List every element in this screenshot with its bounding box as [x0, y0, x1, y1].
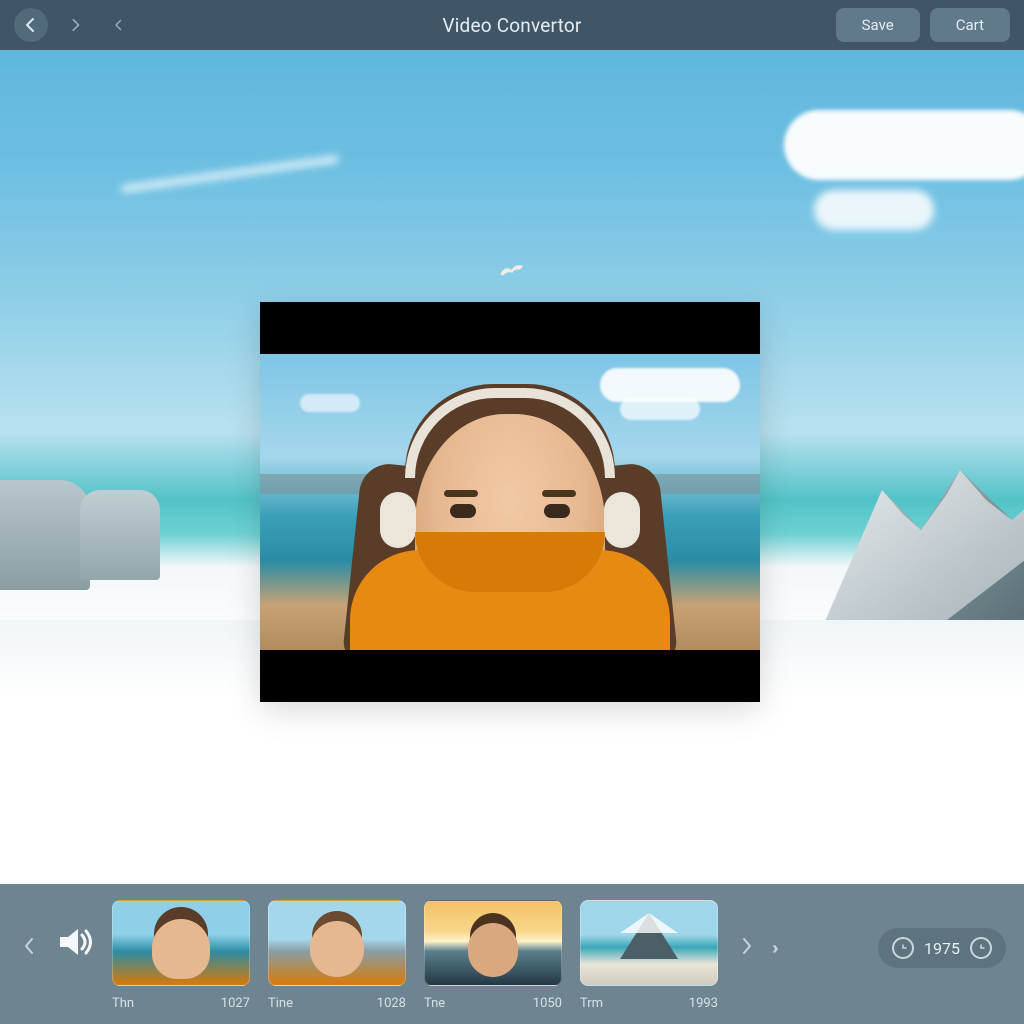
- preview-stage: [0, 50, 1024, 884]
- cart-button[interactable]: Cart: [930, 8, 1010, 42]
- preview-person-hoodie: [350, 550, 670, 650]
- chevron-left-icon: [23, 937, 35, 955]
- chevron-right-icon: [741, 937, 753, 955]
- preview-person-brow: [542, 490, 576, 497]
- thumbnail-image[interactable]: [580, 900, 718, 986]
- back-button[interactable]: [14, 8, 48, 42]
- preview-person-headphones: [380, 492, 416, 548]
- thumbnail-label: Tine: [268, 996, 293, 1011]
- preview-person-headphones: [405, 388, 615, 478]
- preview-person-brow: [444, 490, 478, 497]
- thumbnail-item: Trm 1993: [580, 900, 718, 1011]
- arrow-left-icon: [23, 17, 39, 33]
- clock-left-icon: [892, 937, 914, 959]
- app-title: Video Convertor: [442, 14, 581, 37]
- time-indicator[interactable]: 1975: [878, 928, 1006, 968]
- preview-cloud: [600, 368, 740, 402]
- background-cloud: [784, 110, 1024, 180]
- timeline-bar: Thn 1027 Tine 1028 Tne 1050 Trm 1993: [0, 884, 1024, 1024]
- undo-button[interactable]: [102, 8, 136, 42]
- thumbnail-code: 1050: [533, 996, 562, 1011]
- preview-cloud: [620, 398, 700, 420]
- thumbnail-meta: Trm 1993: [580, 996, 718, 1011]
- video-preview-content: [260, 354, 760, 650]
- preview-person-eye: [450, 504, 476, 518]
- thumbnail-label: Thn: [112, 996, 134, 1011]
- thumbnail-item: Thn 1027: [112, 900, 250, 1011]
- volume-button[interactable]: [54, 920, 98, 964]
- thumbnail-image[interactable]: [112, 900, 250, 986]
- thumbnail-image[interactable]: [424, 900, 562, 986]
- arrow-right-icon: [68, 18, 82, 32]
- clock-right-icon: [970, 937, 992, 959]
- bird-icon: [497, 260, 528, 283]
- thumbnail-label: Tne: [424, 996, 445, 1011]
- thumbnail-image[interactable]: [268, 900, 406, 986]
- time-value: 1975: [924, 939, 960, 958]
- preview-person-headphones: [604, 492, 640, 548]
- save-button[interactable]: Save: [836, 8, 920, 42]
- thumbnail-item: Tine 1028: [268, 900, 406, 1011]
- background-cloud: [121, 155, 340, 194]
- thumbnail-strip: Thn 1027 Tine 1028 Tne 1050 Trm 1993: [112, 900, 718, 1011]
- thumbnail-meta: Tine 1028: [268, 996, 406, 1011]
- timeline-fastforward-button[interactable]: ››: [772, 938, 775, 959]
- timeline-prev-button[interactable]: [18, 916, 40, 976]
- background-cloud: [814, 190, 934, 230]
- thumbnail-label: Trm: [580, 996, 603, 1011]
- header-bar: Video Convertor Save Cart: [0, 0, 1024, 50]
- thumbnail-code: 1028: [377, 996, 406, 1011]
- thumbnail-meta: Tne 1050: [424, 996, 562, 1011]
- double-chevron-right-icon: ››: [772, 938, 775, 959]
- thumbnail-code: 1027: [221, 996, 250, 1011]
- thumbnail-item: Tne 1050: [424, 900, 562, 1011]
- chevron-left-small-icon: [113, 19, 125, 31]
- video-preview-frame[interactable]: [260, 302, 760, 702]
- preview-person-eye: [544, 504, 570, 518]
- preview-cloud: [300, 394, 360, 412]
- thumbnail-code: 1993: [689, 996, 718, 1011]
- timeline-next-button[interactable]: [736, 916, 758, 976]
- background-rock: [80, 490, 160, 580]
- thumbnail-meta: Thn 1027: [112, 996, 250, 1011]
- forward-button[interactable]: [58, 8, 92, 42]
- background-rock: [0, 480, 90, 590]
- volume-icon: [54, 920, 98, 964]
